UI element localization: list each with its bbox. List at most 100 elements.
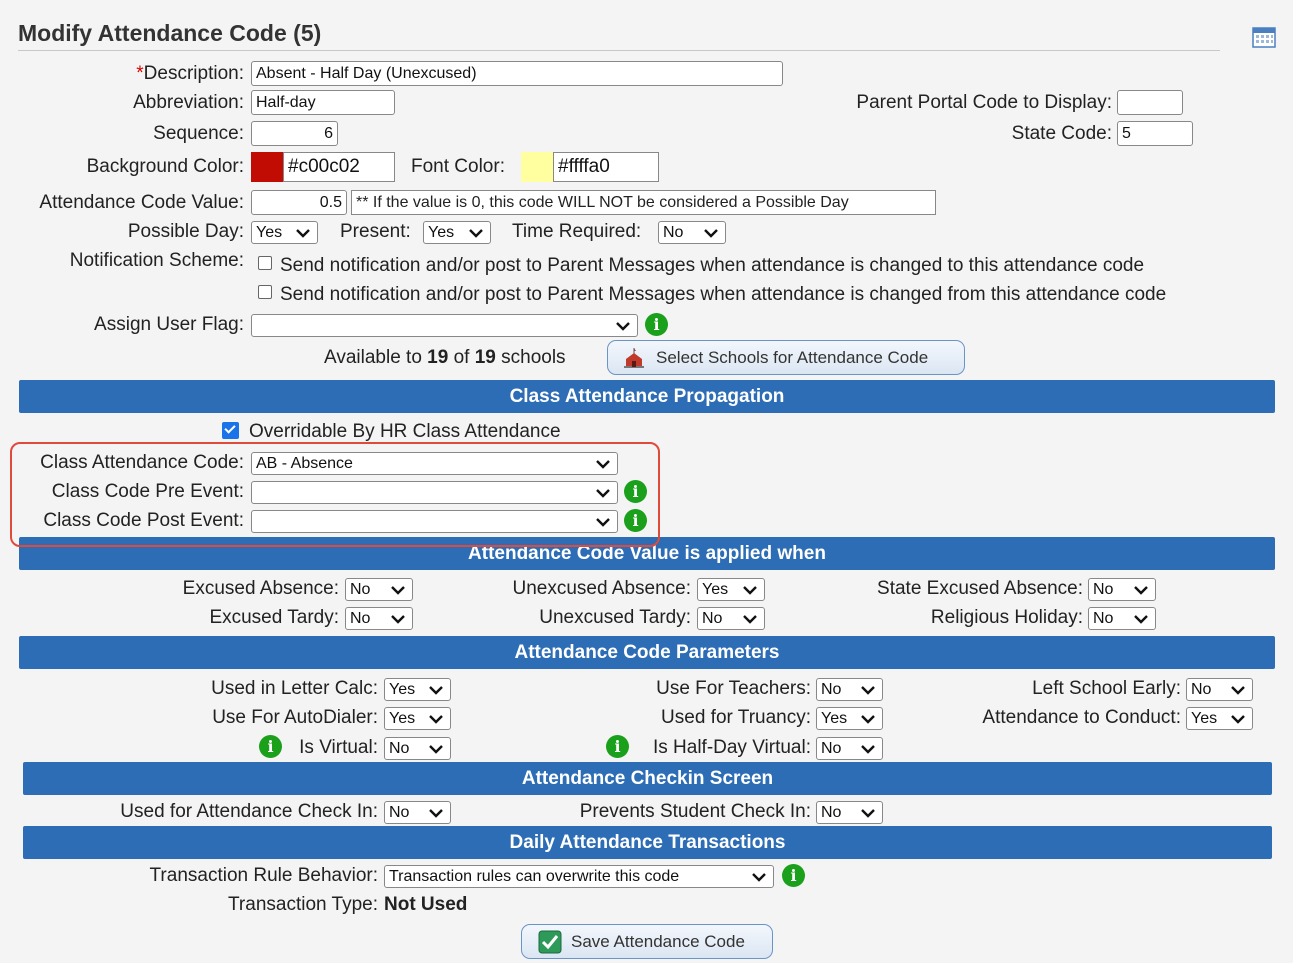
chevron-down-icon (469, 229, 483, 238)
background-color-label: Background Color: (86, 156, 244, 177)
background-color-input[interactable]: #c00c02 (283, 152, 395, 182)
info-icon[interactable]: i (782, 864, 805, 887)
chevron-down-icon (861, 686, 875, 695)
available-prefix: Available to (324, 347, 428, 368)
used-for-truancy-label: Used for Truancy: (661, 707, 811, 728)
available-count: 19 (427, 347, 449, 368)
chevron-down-icon (743, 586, 757, 595)
chevron-down-icon (429, 715, 443, 724)
abbreviation-input[interactable]: Half-day (251, 90, 395, 115)
autodialer-label: Use For AutoDialer: (212, 707, 378, 728)
unexcused-tardy-label: Unexcused Tardy: (539, 607, 691, 628)
transaction-type-label: Transaction Type: (228, 894, 378, 915)
left-school-early-select[interactable]: No (1186, 678, 1253, 701)
transaction-rule-value: Transaction rules can overwrite this cod… (389, 868, 680, 885)
used-for-truancy-select[interactable]: Yes (816, 707, 883, 730)
present-select[interactable]: Yes (423, 221, 491, 244)
school-icon (624, 348, 644, 368)
unexcused-tardy-select[interactable]: No (697, 607, 765, 630)
attendance-to-conduct-value: Yes (1191, 710, 1218, 727)
calendar-icon[interactable] (1252, 26, 1276, 48)
title-divider (18, 50, 1220, 51)
chevron-down-icon (1231, 715, 1245, 724)
select-schools-button[interactable]: Select Schools for Attendance Code (607, 340, 965, 375)
notification-label: Notification Scheme: (69, 250, 244, 271)
font-color-input[interactable]: #ffffa0 (553, 152, 659, 182)
prevents-check-in-select[interactable]: No (816, 801, 883, 824)
transaction-rule-select[interactable]: Transaction rules can overwrite this cod… (384, 865, 774, 888)
code-value-input[interactable]: 0.5 (251, 190, 347, 215)
transaction-type-value: Not Used (384, 894, 468, 915)
description-label: *Description: (136, 63, 244, 85)
description-input[interactable]: Absent - Half Day (Unexcused) (251, 61, 783, 86)
overridable-checkbox[interactable] (222, 422, 239, 439)
chevron-down-icon (429, 809, 443, 818)
excused-absence-select[interactable]: No (345, 578, 413, 601)
letter-calc-value: Yes (389, 681, 416, 698)
info-icon[interactable]: i (645, 313, 668, 336)
notify-to-checkbox[interactable] (258, 256, 272, 270)
autodialer-value: Yes (389, 710, 416, 727)
religious-holiday-select[interactable]: No (1088, 607, 1156, 630)
available-schools-text: Available to 19 of 19 schools (324, 347, 566, 369)
state-excused-absence-select[interactable]: No (1088, 578, 1156, 601)
used-for-check-in-value: No (389, 804, 410, 821)
chevron-down-icon (1134, 586, 1148, 595)
assign-user-flag-select[interactable] (251, 314, 638, 337)
parent-portal-label: Parent Portal Code to Display: (856, 92, 1112, 113)
state-code-label: State Code: (1011, 123, 1112, 144)
notify-from-label: Send notification and/or post to Parent … (280, 284, 1167, 305)
chevron-down-icon (752, 873, 766, 882)
religious-holiday-value: No (1093, 610, 1114, 627)
excused-tardy-select[interactable]: No (345, 607, 413, 630)
background-color-swatch[interactable] (251, 152, 283, 182)
letter-calc-select[interactable]: Yes (384, 678, 451, 701)
time-required-select[interactable]: No (658, 221, 726, 244)
chevron-down-icon (861, 745, 875, 754)
excused-absence-value: No (350, 581, 371, 598)
chevron-down-icon (861, 715, 875, 724)
page-title: Modify Attendance Code (5) (18, 20, 322, 46)
highlight-annotation (10, 442, 660, 547)
checkmark-icon (538, 930, 562, 954)
info-icon[interactable]: i (606, 735, 629, 758)
section-class-attendance-propagation: Class Attendance Propagation (19, 380, 1275, 413)
description-label-text: Description: (143, 63, 244, 84)
font-color-swatch[interactable] (521, 152, 553, 182)
available-of: of (448, 347, 475, 368)
abbreviation-label: Abbreviation: (133, 92, 244, 113)
available-suffix: schools (495, 347, 566, 368)
parent-portal-input[interactable] (1117, 90, 1183, 115)
assign-user-flag-label: Assign User Flag: (94, 314, 244, 335)
notify-to-label: Send notification and/or post to Parent … (280, 255, 1145, 276)
select-schools-label: Select Schools for Attendance Code (656, 348, 929, 367)
chevron-down-icon (429, 745, 443, 754)
chevron-down-icon (704, 229, 718, 238)
section-daily-transactions: Daily Attendance Transactions (23, 826, 1272, 859)
possible-day-value: Yes (256, 224, 283, 241)
code-value-note: ** If the value is 0, this code WILL NOT… (351, 190, 936, 215)
possible-day-select[interactable]: Yes (251, 221, 318, 244)
religious-holiday-label: Religious Holiday: (930, 607, 1083, 628)
present-value: Yes (428, 224, 455, 241)
info-icon[interactable]: i (259, 735, 282, 758)
use-for-teachers-select[interactable]: No (816, 678, 883, 701)
present-label: Present: (340, 221, 411, 242)
font-color-label: Font Color: (411, 156, 505, 177)
autodialer-select[interactable]: Yes (384, 707, 451, 730)
is-virtual-select[interactable]: No (384, 737, 451, 760)
unexcused-absence-value: Yes (702, 581, 729, 598)
available-total: 19 (474, 347, 496, 368)
save-attendance-code-button[interactable]: Save Attendance Code (521, 924, 773, 959)
used-for-check-in-select[interactable]: No (384, 801, 451, 824)
unexcused-absence-label: Unexcused Absence: (512, 578, 691, 599)
chevron-down-icon (391, 586, 405, 595)
chevron-down-icon (429, 686, 443, 695)
chevron-down-icon (1231, 686, 1245, 695)
sequence-input[interactable]: 6 (251, 121, 338, 146)
state-code-input[interactable]: 5 (1117, 121, 1193, 146)
notify-from-checkbox[interactable] (258, 285, 272, 299)
unexcused-absence-select[interactable]: Yes (697, 578, 765, 601)
attendance-to-conduct-select[interactable]: Yes (1186, 707, 1253, 730)
is-half-day-virtual-select[interactable]: No (816, 737, 883, 760)
